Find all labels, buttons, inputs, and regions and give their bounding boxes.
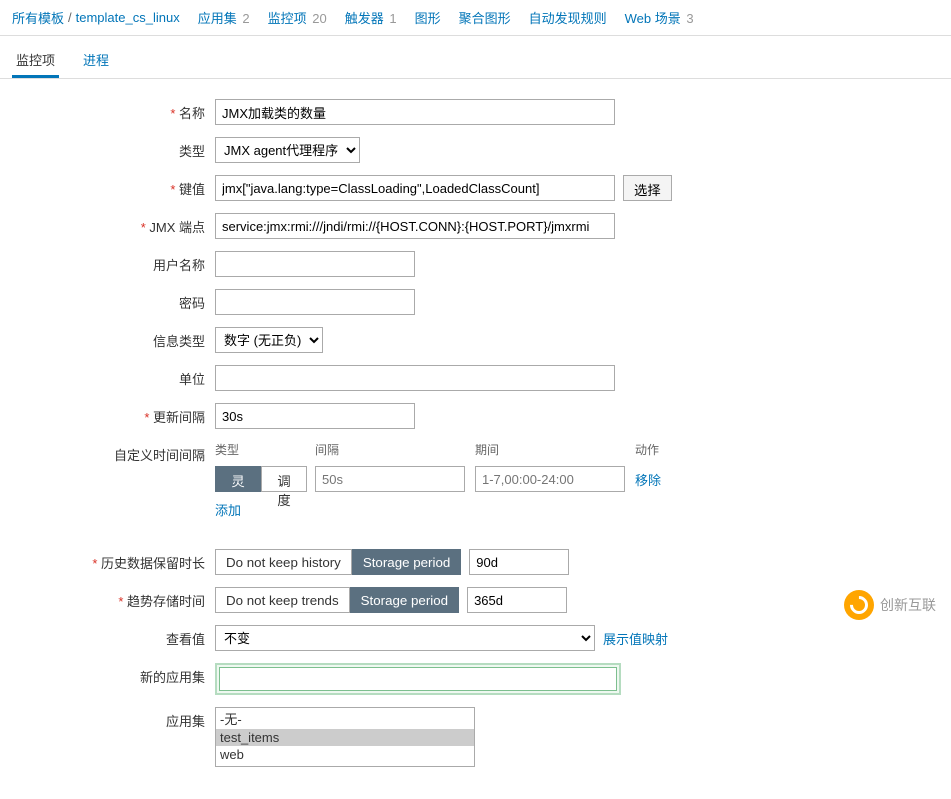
input-key[interactable] [215, 175, 615, 201]
nav-appset[interactable]: 应用集 2 [198, 8, 250, 27]
custom-interval-head-interval: 间隔 [315, 441, 475, 458]
label-history: 历史数据保留时长 [0, 549, 215, 572]
input-interval[interactable] [215, 403, 415, 429]
header-nav: 所有模板 / template_cs_linux 应用集 2 监控项 20 触发… [0, 0, 951, 36]
nav-discovery[interactable]: 自动发现规则 [529, 8, 607, 27]
custom-interval-head-type: 类型 [215, 441, 315, 458]
nav-graphs[interactable]: 图形 [415, 8, 441, 27]
applications-listbox[interactable]: -无- test_items web [215, 707, 475, 767]
form: 名称 类型 JMX agent代理程序 键值 选择 JMX 端点 用户名称 密码… [0, 79, 951, 799]
show-value-mapping-link[interactable]: 展示值映射 [603, 629, 668, 648]
label-interval: 更新间隔 [0, 403, 215, 426]
remove-interval-link[interactable]: 移除 [635, 470, 661, 489]
nav-screens[interactable]: 聚合图形 [459, 8, 511, 27]
label-applications: 应用集 [0, 707, 215, 730]
label-type: 类型 [0, 137, 215, 160]
logo-text: 创新互联 [880, 595, 936, 615]
label-show-value: 查看值 [0, 625, 215, 648]
label-password: 密码 [0, 289, 215, 312]
applications-option-test[interactable]: test_items [216, 729, 474, 746]
input-password[interactable] [215, 289, 415, 315]
logo: 创新互联 [844, 590, 936, 620]
custom-interval-head-period: 期间 [475, 441, 635, 458]
logo-icon [844, 590, 874, 620]
input-username[interactable] [215, 251, 415, 277]
select-info-type[interactable]: 数字 (无正负) [215, 327, 323, 353]
breadcrumb-all-templates[interactable]: 所有模板 [12, 8, 64, 27]
tab-item[interactable]: 监控项 [12, 44, 59, 78]
label-info-type: 信息类型 [0, 327, 215, 350]
input-units[interactable] [215, 365, 615, 391]
input-trends-value[interactable] [467, 587, 567, 613]
label-username: 用户名称 [0, 251, 215, 274]
custom-interval-head-action: 动作 [635, 441, 695, 458]
breadcrumb-separator: / [68, 10, 72, 25]
input-custom-interval-value[interactable] [315, 466, 465, 492]
label-jmx-endpoint: JMX 端点 [0, 213, 215, 236]
input-history-value[interactable] [469, 549, 569, 575]
label-custom-interval: 自定义时间间隔 [0, 441, 215, 464]
interval-type-scheduling-button[interactable]: 调度 [261, 466, 307, 492]
label-trends: 趋势存储时间 [0, 587, 215, 610]
label-new-application: 新的应用集 [0, 663, 215, 686]
label-name: 名称 [0, 99, 215, 122]
add-interval-link[interactable]: 添加 [215, 503, 241, 518]
nav-triggers[interactable]: 触发器 1 [345, 8, 397, 27]
input-new-application[interactable] [219, 667, 617, 691]
history-storage-button[interactable]: Storage period [352, 549, 461, 575]
input-name[interactable] [215, 99, 615, 125]
nav-items[interactable]: 监控项 20 [268, 8, 327, 27]
nav-web[interactable]: Web 场景 3 [625, 8, 694, 27]
tab-process[interactable]: 进程 [79, 44, 113, 78]
tabs: 监控项 进程 [0, 36, 951, 79]
input-custom-interval-period[interactable] [475, 466, 625, 492]
breadcrumb-template-name[interactable]: template_cs_linux [76, 10, 180, 25]
input-jmx-endpoint[interactable] [215, 213, 615, 239]
interval-type-flex-button[interactable]: 灵活 [215, 466, 261, 492]
history-no-keep-button[interactable]: Do not keep history [215, 549, 352, 575]
select-show-value[interactable]: 不变 [215, 625, 595, 651]
label-units: 单位 [0, 365, 215, 388]
select-key-button[interactable]: 选择 [623, 175, 672, 201]
applications-option-web[interactable]: web [216, 746, 474, 763]
trends-storage-button[interactable]: Storage period [350, 587, 459, 613]
select-type[interactable]: JMX agent代理程序 [215, 137, 360, 163]
label-key: 键值 [0, 175, 215, 198]
applications-option-none[interactable]: -无- [216, 708, 474, 729]
trends-no-keep-button[interactable]: Do not keep trends [215, 587, 350, 613]
